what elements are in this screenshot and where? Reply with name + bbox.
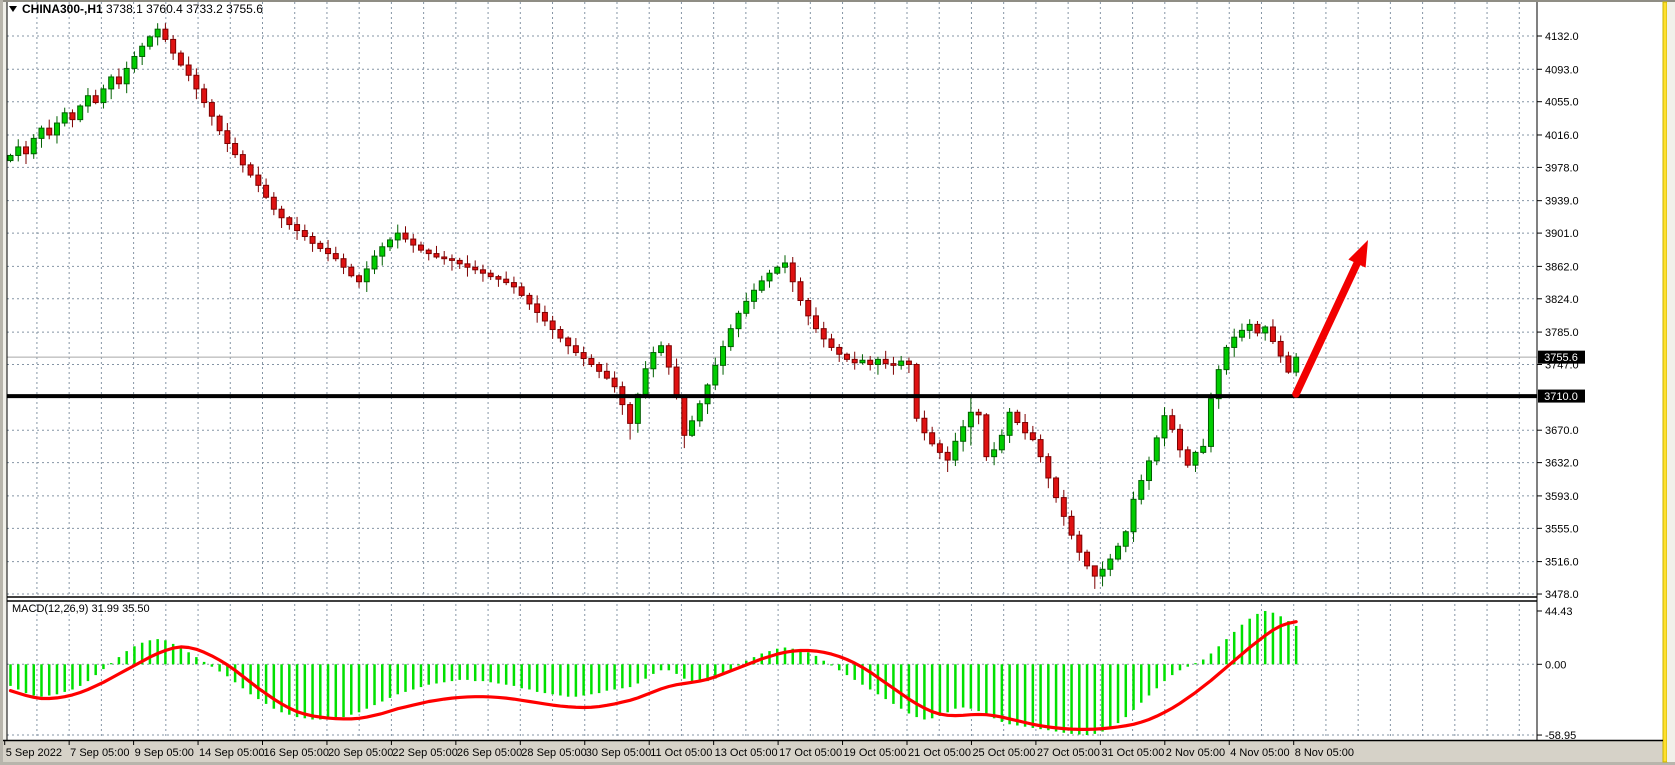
yellow-edge-marker [1663, 2, 1667, 762]
chart-window: 4132.04093.04055.04016.03978.03939.03901… [0, 0, 1675, 765]
price-scale[interactable] [1538, 2, 1663, 740]
indicator-values: 31.99 35.50 [91, 603, 149, 615]
indicator-label: MACD(12,26,9) 31.99 35.50 [12, 603, 150, 615]
chart-title: CHINA300-,H1 3738.1 3760.4 3733.2 3755.6 [22, 2, 263, 16]
indicator-pane[interactable] [7, 601, 1537, 740]
symbol-period-label: CHINA300-,H1 [22, 2, 103, 16]
window-border-left [0, 0, 3, 765]
indicator-name: MACD(12,26,9) [12, 603, 88, 615]
time-scale[interactable] [3, 741, 1663, 762]
window-edge-right [1667, 2, 1675, 762]
chart-canvas: 4132.04093.04055.04016.03978.03939.03901… [0, 0, 1675, 765]
window-edge-left [3, 2, 7, 762]
ohlc-values: 3738.1 3760.4 3733.2 3755.6 [106, 2, 263, 16]
chart-dropdown-icon[interactable] [9, 6, 17, 12]
main-chart-pane[interactable] [7, 2, 1537, 597]
